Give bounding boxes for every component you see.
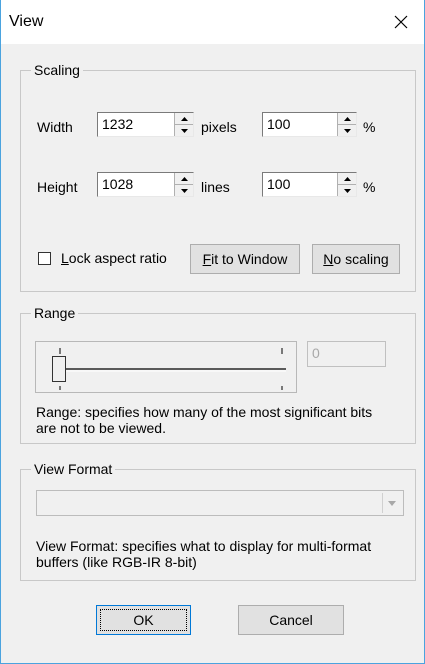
width-value[interactable]: 1232 bbox=[102, 116, 133, 133]
lock-aspect-ratio-checkbox[interactable] bbox=[38, 252, 51, 265]
close-button[interactable] bbox=[378, 0, 424, 44]
no-scaling-button[interactable]: No scaling bbox=[312, 244, 400, 274]
spin-down-icon bbox=[343, 128, 351, 133]
height-percent-spinner[interactable]: 100 bbox=[262, 172, 357, 197]
noscale-label-rest: o scaling bbox=[333, 251, 389, 267]
height-percent-up-button[interactable] bbox=[338, 173, 356, 185]
width-spinner[interactable]: 1232 bbox=[97, 112, 194, 137]
spin-up-icon bbox=[180, 176, 188, 181]
lock-mnemonic: L bbox=[61, 250, 69, 266]
width-percent-symbol: % bbox=[363, 119, 376, 135]
view-format-description: View Format: specifies what to display f… bbox=[36, 538, 372, 570]
spin-up-icon bbox=[180, 116, 188, 121]
chevron-down-icon bbox=[388, 500, 396, 506]
fit-mnemonic: F bbox=[202, 251, 212, 267]
range-slider[interactable] bbox=[35, 341, 297, 393]
height-label: Height bbox=[37, 179, 78, 195]
slider-thumb[interactable] bbox=[52, 356, 66, 382]
ok-button[interactable]: OK bbox=[96, 605, 191, 635]
width-down-button[interactable] bbox=[175, 125, 193, 136]
height-percent-spin-arrows[interactable] bbox=[337, 173, 356, 196]
view-format-group-title: View Format bbox=[31, 460, 116, 478]
view-format-select[interactable] bbox=[36, 490, 404, 516]
range-description: Range: specifies how many of the most si… bbox=[36, 404, 373, 436]
spin-down-icon bbox=[343, 188, 351, 193]
width-percent-up-button[interactable] bbox=[338, 113, 356, 125]
width-percent-down-button[interactable] bbox=[338, 125, 356, 136]
view-dialog: View Scaling Width 1232 pixels 100 % Hei… bbox=[0, 0, 425, 664]
range-group-title: Range bbox=[31, 304, 79, 322]
range-value: 0 bbox=[312, 345, 320, 361]
title-bar[interactable]: View bbox=[1, 0, 424, 44]
scaling-group-title: Scaling bbox=[31, 61, 83, 79]
close-icon bbox=[394, 15, 408, 29]
height-unit-label: lines bbox=[201, 179, 230, 195]
slider-track-icon bbox=[56, 348, 286, 390]
height-down-button[interactable] bbox=[175, 185, 193, 196]
width-spin-arrows[interactable] bbox=[174, 113, 193, 136]
view-format-dropdown-button[interactable] bbox=[382, 493, 401, 513]
width-up-button[interactable] bbox=[175, 113, 193, 125]
width-unit-label: pixels bbox=[201, 119, 237, 135]
focus-rect bbox=[100, 609, 187, 631]
height-percent-down-button[interactable] bbox=[338, 185, 356, 196]
fit-to-window-button[interactable]: Fit to Window bbox=[190, 244, 300, 274]
height-value[interactable]: 1028 bbox=[102, 176, 133, 193]
width-percent-value[interactable]: 100 bbox=[267, 116, 290, 133]
fit-label-rest: it to Window bbox=[211, 251, 288, 267]
spin-down-icon bbox=[180, 188, 188, 193]
height-percent-value[interactable]: 100 bbox=[267, 176, 290, 193]
lock-label-rest: ock aspect ratio bbox=[68, 250, 167, 266]
width-percent-spin-arrows[interactable] bbox=[337, 113, 356, 136]
noscale-mnemonic: N bbox=[323, 251, 334, 267]
window-title: View bbox=[9, 13, 44, 30]
height-spinner[interactable]: 1028 bbox=[97, 172, 194, 197]
height-spin-arrows[interactable] bbox=[174, 173, 193, 196]
height-percent-symbol: % bbox=[363, 179, 376, 195]
lock-aspect-ratio-label[interactable]: Lock aspect ratio bbox=[61, 249, 167, 267]
width-percent-spinner[interactable]: 100 bbox=[262, 112, 357, 137]
width-label: Width bbox=[37, 119, 73, 135]
cancel-button[interactable]: Cancel bbox=[238, 605, 344, 635]
spin-up-icon bbox=[343, 116, 351, 121]
range-value-field[interactable]: 0 bbox=[307, 341, 386, 367]
height-up-button[interactable] bbox=[175, 173, 193, 185]
cancel-button-label: Cancel bbox=[269, 612, 313, 628]
spin-down-icon bbox=[180, 128, 188, 133]
spin-up-icon bbox=[343, 176, 351, 181]
